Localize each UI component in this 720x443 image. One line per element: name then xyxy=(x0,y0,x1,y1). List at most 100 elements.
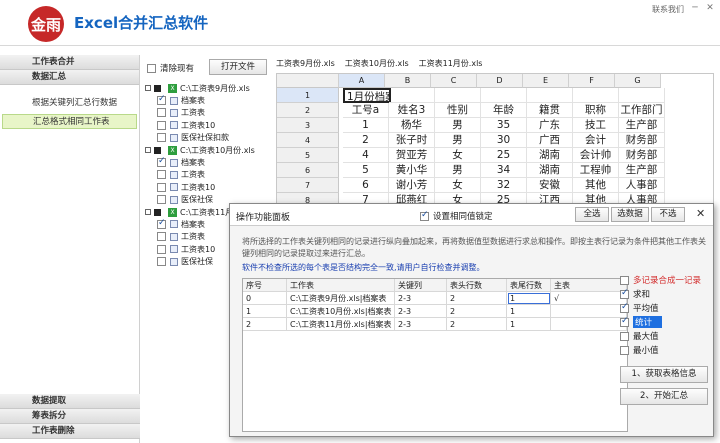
tree-sheet-node[interactable]: 工资表10 xyxy=(145,119,275,131)
sheet-cell[interactable]: 杨华 xyxy=(389,118,435,133)
table-cell[interactable]: 2 xyxy=(447,318,507,331)
table-cell[interactable]: 2 xyxy=(447,292,507,305)
file-tab[interactable]: 工资表9月份.xls xyxy=(276,58,335,69)
sheet-cell[interactable] xyxy=(435,88,481,103)
sheet-cell[interactable]: 5 xyxy=(343,163,389,178)
sidebar-item-same-format-summary[interactable]: 汇总格式相同工作表 xyxy=(2,114,137,129)
sheet-cell[interactable]: 会计 xyxy=(573,133,619,148)
row-header[interactable]: 7 xyxy=(277,178,339,193)
sheet-cell[interactable] xyxy=(573,88,619,103)
table-cell[interactable]: 2 xyxy=(447,305,507,318)
tree-sheet-node[interactable]: 工资表10 xyxy=(145,181,275,193)
sheet-cell[interactable]: 财务部 xyxy=(619,148,665,163)
sheet-cell[interactable]: 1月份档案 xyxy=(343,88,391,103)
sheet-cell[interactable]: 女 xyxy=(435,148,481,163)
sheet-cell[interactable]: 35 xyxy=(481,118,527,133)
sheet-cell[interactable]: 工程帅 xyxy=(573,163,619,178)
checkbox-icon[interactable] xyxy=(157,182,166,192)
sheet-cell[interactable]: 张子时 xyxy=(389,133,435,148)
expand-icon[interactable] xyxy=(145,85,151,92)
table-cell[interactable]: 1 xyxy=(243,305,287,318)
start-summary-button[interactable]: 2、开始汇总 xyxy=(620,388,708,405)
column-header[interactable]: G xyxy=(615,74,661,88)
summary-option[interactable]: 统计 xyxy=(620,316,663,328)
sheet-cell[interactable]: 30 xyxy=(481,133,527,148)
sheet-cell[interactable]: 技工 xyxy=(573,118,619,133)
checkbox-icon[interactable] xyxy=(157,94,166,106)
tree-file-node[interactable]: X C:\工资表9月份.xls xyxy=(145,82,275,94)
column-header[interactable]: D xyxy=(477,74,523,88)
table-cell[interactable]: 1 xyxy=(507,292,551,305)
sheet-cell[interactable]: 工号a xyxy=(343,103,389,118)
file-tab[interactable]: 工资表10月份.xls xyxy=(345,58,409,69)
table-cell[interactable]: √ xyxy=(551,292,627,305)
checkbox-icon[interactable] xyxy=(154,84,161,92)
checkbox-icon[interactable] xyxy=(157,133,166,143)
column-header[interactable]: A xyxy=(339,74,385,88)
checkbox-icon[interactable] xyxy=(157,244,166,254)
sheet-cell[interactable]: 黄小华 xyxy=(389,163,435,178)
sheet-cell[interactable]: 4 xyxy=(343,148,389,163)
select-none-button[interactable]: 不选 xyxy=(651,207,685,222)
checkbox-icon[interactable] xyxy=(157,195,166,205)
sheet-cell[interactable]: 生产部 xyxy=(619,118,665,133)
sheet-cell[interactable]: 6 xyxy=(343,178,389,193)
table-cell[interactable]: 2-3 xyxy=(395,292,447,305)
sheet-cell[interactable]: 男 xyxy=(435,133,481,148)
select-all-button[interactable]: 全选 xyxy=(575,207,609,222)
corner-cell[interactable] xyxy=(277,74,339,88)
table-cell[interactable]: C:\工资表11月份.xls|档案表 xyxy=(287,318,395,331)
tree-sheet-node[interactable]: 医保社保扣款 xyxy=(145,132,275,144)
sheet-cell[interactable]: 年龄 xyxy=(481,103,527,118)
sheet-cell[interactable]: 广西 xyxy=(527,133,573,148)
sheet-cell[interactable]: 男 xyxy=(435,163,481,178)
file-tab[interactable]: 工资表11月份.xls xyxy=(419,58,483,69)
column-header[interactable]: B xyxy=(385,74,431,88)
close-icon[interactable]: ✕ xyxy=(704,2,716,14)
column-header[interactable]: E xyxy=(523,74,569,88)
sheet-cell[interactable]: 工作部门 xyxy=(619,103,665,118)
sheet-cell[interactable]: 性别 xyxy=(435,103,481,118)
checkbox-icon[interactable] xyxy=(157,232,166,242)
summary-option[interactable]: 平均值 xyxy=(620,302,659,314)
sheet-cell[interactable]: 25 xyxy=(481,148,527,163)
sidebar-section-extract[interactable]: 数据提取 xyxy=(0,394,140,409)
sheet-cell[interactable] xyxy=(481,88,527,103)
checkbox-icon[interactable] xyxy=(154,208,161,216)
checkbox-icon[interactable] xyxy=(157,120,166,130)
row-header[interactable]: 3 xyxy=(277,118,339,133)
column-header[interactable]: F xyxy=(569,74,615,88)
sheet-cell[interactable]: 谢小芳 xyxy=(389,178,435,193)
panel-close-icon[interactable]: ✕ xyxy=(696,207,705,220)
table-cell[interactable]: 2-3 xyxy=(395,305,447,318)
sidebar-section-split[interactable]: 筹表拆分 xyxy=(0,409,140,424)
tree-sheet-node[interactable]: 档案表 xyxy=(145,156,275,168)
minimize-icon[interactable]: ─ xyxy=(689,2,701,14)
checkbox-icon[interactable] xyxy=(157,156,166,168)
table-cell[interactable]: 2 xyxy=(243,318,287,331)
checkbox-icon[interactable] xyxy=(157,170,166,180)
expand-icon[interactable] xyxy=(145,209,151,216)
sheet-cell[interactable] xyxy=(527,88,573,103)
summary-option[interactable]: 求和 xyxy=(620,288,650,300)
summary-option[interactable]: 最大值 xyxy=(620,330,659,342)
checkbox-icon[interactable] xyxy=(157,108,166,118)
sheet-cell[interactable]: 财务部 xyxy=(619,133,665,148)
sheet-cell[interactable]: 男 xyxy=(435,118,481,133)
contact-link[interactable]: 联系我们 xyxy=(652,4,684,15)
table-cell[interactable]: C:\工资表10月份.xls|档案表 xyxy=(287,305,395,318)
checkbox-icon[interactable] xyxy=(157,218,166,229)
table-cell[interactable]: C:\工资表9月份.xls|档案表 xyxy=(287,292,395,305)
sidebar-section-delete[interactable]: 工作表删除 xyxy=(0,424,140,439)
sheet-cell[interactable] xyxy=(389,88,435,103)
sheet-cell[interactable]: 32 xyxy=(481,178,527,193)
expand-icon[interactable] xyxy=(145,147,151,154)
row-header[interactable]: 5 xyxy=(277,148,339,163)
sheet-cell[interactable]: 职称 xyxy=(573,103,619,118)
sidebar-item-key-column-summary[interactable]: 根据关键列汇总行数据 xyxy=(2,96,137,111)
checkbox-icon[interactable] xyxy=(154,146,161,154)
table-cell[interactable] xyxy=(551,305,627,318)
lock-same-value-checkbox[interactable]: 设置相同值锁定 xyxy=(420,210,493,222)
clear-existing-checkbox[interactable]: 清除现有 xyxy=(147,62,194,74)
select-data-button[interactable]: 选数据 xyxy=(611,207,649,222)
